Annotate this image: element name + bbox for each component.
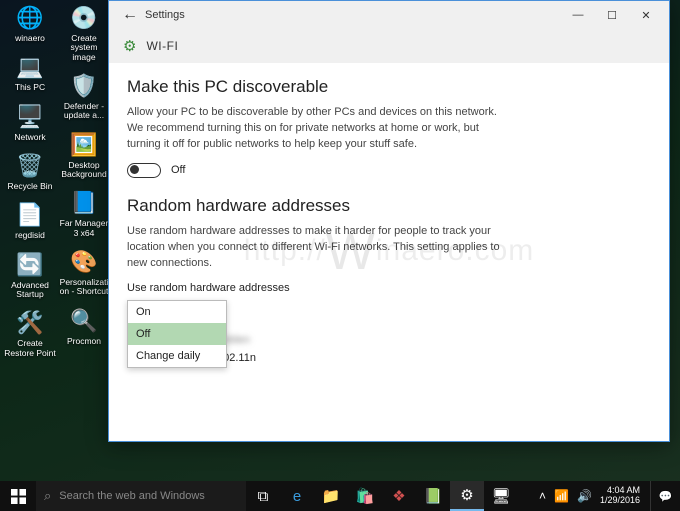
desktop-icon[interactable]: 🛠️Create Restore Point	[4, 307, 56, 358]
system-tray: ˄ 📶 🔊 4:04 AM 1/29/2016	[533, 481, 650, 511]
taskbar-rdp[interactable]: 🖥	[484, 481, 518, 511]
taskbar-edge[interactable]: e	[280, 481, 314, 511]
discoverable-heading: Make this PC discoverable	[127, 77, 649, 97]
taskbar-store[interactable]: 🛍️	[348, 481, 382, 511]
discoverable-toggle-state: Off	[171, 164, 185, 176]
desktop-icon-label: regdisid	[15, 231, 45, 240]
clock-date: 1/29/2016	[600, 496, 640, 506]
desktop-icon[interactable]: 🔍Procmon	[58, 305, 110, 346]
action-center-button[interactable]: 💬	[650, 481, 680, 511]
discoverable-toggle[interactable]	[127, 163, 161, 178]
dropdown-option[interactable]: On	[128, 301, 226, 323]
minimize-button[interactable]: —	[561, 9, 595, 22]
desktop-icon-label: winaero	[15, 34, 45, 43]
search-placeholder: Search the web and Windows	[59, 490, 205, 502]
search-icon: ⌕	[44, 488, 51, 504]
desktop-icon-glyph: 🗑️	[14, 150, 46, 182]
clock[interactable]: 4:04 AM 1/29/2016	[600, 486, 644, 506]
desktop-icon-label: Procmon	[67, 337, 101, 346]
page-title: WI-FI	[146, 39, 178, 53]
desktop-icon[interactable]: 🖥️Network	[4, 101, 56, 142]
desktop-icon-label: Advanced Startup	[4, 281, 56, 300]
tray-chevron-icon[interactable]: ˄	[539, 489, 546, 503]
random-hw-body: Use random hardware addresses to make it…	[127, 224, 507, 272]
desktop-icon-label: Create system image	[58, 34, 110, 62]
desktop-icon[interactable]: 🎨Personalization - Shortcut	[58, 246, 110, 297]
page-header: ⚙ WI-FI	[109, 29, 669, 63]
desktop-icon[interactable]: 💿Create system image	[58, 2, 110, 62]
desktop-icon-label: Desktop Background	[58, 161, 110, 180]
discoverable-body: Allow your PC to be discoverable by othe…	[127, 105, 507, 153]
desktop-icon[interactable]: 🌐winaero	[4, 2, 56, 43]
dropdown-option[interactable]: Change daily	[128, 345, 226, 367]
settings-window: ← Settings — ☐ ✕ ⚙ WI-FI http://Winaero.…	[108, 0, 670, 442]
desktop-icon[interactable]: 🖼️Desktop Background	[58, 129, 110, 180]
taskbar-winaero-app[interactable]: ❖	[382, 481, 416, 511]
desktop-icon[interactable]: 💻This PC	[4, 51, 56, 92]
taskbar: ⌕ Search the web and Windows ⧉e📁🛍️❖📗⚙🖥 ˄…	[0, 481, 680, 511]
desktop-icon-glyph: 📄	[14, 199, 46, 231]
desktop-icon-glyph: 🔍	[68, 305, 100, 337]
desktop-icon-label: Recycle Bin	[8, 182, 53, 191]
desktop-icon-glyph: 🎨	[68, 246, 100, 278]
taskbar-registry[interactable]: 📗	[416, 481, 450, 511]
content-area: http://Winaero.com Make this PC discover…	[109, 63, 669, 441]
desktop-icon-glyph: 📘	[68, 187, 100, 219]
desktop-icon-glyph: 💿	[68, 2, 100, 34]
desktop-icon-glyph: 🔄	[14, 249, 46, 281]
discoverable-toggle-row: Off	[127, 163, 649, 178]
desktop-icon-glyph: 💻	[14, 51, 46, 83]
random-hw-dropdown-label: Use random hardware addresses	[127, 282, 649, 294]
start-button[interactable]	[0, 481, 36, 511]
volume-icon[interactable]: 🔊	[577, 489, 592, 503]
desktop-icon-label: Personalization - Shortcut	[58, 278, 110, 297]
random-hw-heading: Random hardware addresses	[127, 196, 649, 216]
desktop-icon[interactable]: 📄regdisid	[4, 199, 56, 240]
taskbar-settings[interactable]: ⚙	[450, 481, 484, 511]
desktop-icon-label: Far Manager 3 x64	[58, 219, 110, 238]
desktop-icon-label: Defender - update a...	[58, 102, 110, 121]
taskbar-task-view[interactable]: ⧉	[246, 481, 280, 511]
taskbar-file-explorer[interactable]: 📁	[314, 481, 348, 511]
maximize-button[interactable]: ☐	[595, 9, 629, 22]
gear-icon: ⚙	[123, 37, 136, 55]
desktop-icon[interactable]: 📘Far Manager 3 x64	[58, 187, 110, 238]
desktop-icon[interactable]: 🗑️Recycle Bin	[4, 150, 56, 191]
dropdown-option[interactable]: Off	[128, 323, 226, 345]
desktop-icon[interactable]: 🔄Advanced Startup	[4, 249, 56, 300]
desktop-icon-label: This PC	[15, 83, 45, 92]
back-button[interactable]: ←	[115, 6, 145, 24]
window-title: Settings	[145, 9, 185, 21]
desktop-icon[interactable]: 🛡️Defender - update a...	[58, 70, 110, 121]
desktop-icon-glyph: 🖥️	[14, 101, 46, 133]
window-controls: — ☐ ✕	[561, 9, 663, 22]
desktop-icon-label: Create Restore Point	[4, 339, 56, 358]
desktop-icon-glyph: 🛠️	[14, 307, 46, 339]
network-icon[interactable]: 📶	[554, 489, 569, 503]
desktop-icon-glyph: 🛡️	[68, 70, 100, 102]
titlebar: ← Settings — ☐ ✕	[109, 1, 669, 29]
search-box[interactable]: ⌕ Search the web and Windows	[36, 481, 246, 511]
desktop-icon-glyph: 🌐	[14, 2, 46, 34]
close-button[interactable]: ✕	[629, 9, 663, 22]
desktop-icon-label: Network	[14, 133, 45, 142]
desktop-icon-glyph: 🖼️	[68, 129, 100, 161]
